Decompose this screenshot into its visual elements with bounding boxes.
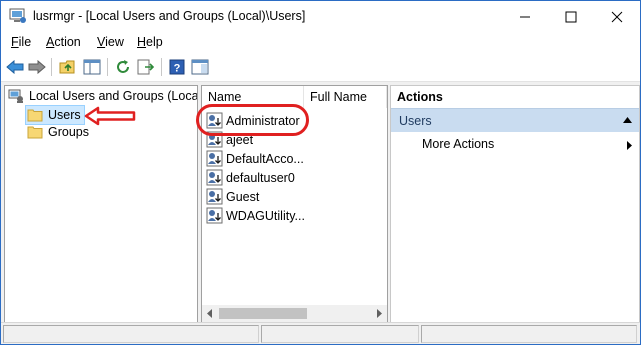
- collapse-up-icon: [623, 117, 632, 123]
- computer-management-icon: [9, 8, 26, 23]
- status-segment: [3, 325, 259, 343]
- scroll-right-icon: [377, 309, 382, 318]
- export-list-icon: [137, 59, 155, 75]
- menu-view[interactable]: View: [97, 35, 124, 49]
- svg-text:?: ?: [174, 63, 181, 75]
- actions-section-users[interactable]: Users: [391, 108, 639, 132]
- tree-root[interactable]: Local Users and Groups (Local): [7, 87, 198, 105]
- back-arrow-icon: [6, 60, 24, 74]
- main-window: lusrmgr - [Local Users and Groups (Local…: [0, 0, 641, 345]
- column-header-full-name[interactable]: Full Name: [304, 86, 387, 108]
- annotation-arrow-icon: [84, 106, 136, 126]
- toolbar-separator: [51, 58, 52, 76]
- list-item-user[interactable]: WDAGUtility...: [206, 206, 305, 225]
- tree-item-users[interactable]: Users: [25, 105, 85, 125]
- menu-file[interactable]: File: [11, 35, 31, 49]
- console-tree[interactable]: Local Users and Groups (Local) Users Gro…: [4, 85, 198, 323]
- more-actions-item[interactable]: More Actions: [422, 137, 494, 151]
- help-button[interactable]: ?: [167, 57, 187, 77]
- maximize-icon: [565, 11, 577, 22]
- user-icon: [206, 150, 223, 167]
- list-item-user[interactable]: defaultuser0: [206, 168, 295, 187]
- tree-root-label: Local Users and Groups (Local): [29, 89, 198, 103]
- folder-icon: [26, 107, 44, 123]
- maximize-button[interactable]: [548, 1, 594, 32]
- folder-icon: [26, 124, 44, 140]
- minimize-button[interactable]: [502, 1, 548, 32]
- toolbar-separator: [161, 58, 162, 76]
- refresh-button[interactable]: [113, 57, 133, 77]
- export-list-button[interactable]: [136, 57, 156, 77]
- tree-item-label: Users: [48, 108, 81, 122]
- status-segment: [261, 325, 419, 343]
- minimize-icon: [520, 16, 530, 17]
- actions-pane: Actions Users More Actions: [390, 85, 640, 323]
- toolbar: ?: [1, 53, 640, 82]
- actions-header: Actions: [397, 90, 443, 104]
- scroll-left-icon: [207, 309, 212, 318]
- horizontal-scrollbar[interactable]: [202, 305, 387, 322]
- menu-action[interactable]: Action: [46, 35, 81, 49]
- window-title: lusrmgr - [Local Users and Groups (Local…: [33, 9, 306, 23]
- list-item-user[interactable]: DefaultAcco...: [206, 149, 304, 168]
- scrollbar-thumb[interactable]: [219, 308, 307, 319]
- show-hide-action-pane-button[interactable]: [190, 57, 210, 77]
- console-tree-icon: [83, 59, 101, 75]
- refresh-icon: [117, 60, 129, 73]
- toolbar-separator: [107, 58, 108, 76]
- forward-button[interactable]: [27, 57, 47, 77]
- user-icon: [206, 207, 223, 224]
- local-users-groups-icon: [7, 88, 25, 104]
- menu-bar: File Action View Help: [1, 32, 640, 53]
- status-bar: [1, 322, 640, 344]
- user-icon: [206, 188, 223, 205]
- annotation-highlight-ring: [196, 104, 309, 136]
- show-hide-console-tree-button[interactable]: [82, 57, 102, 77]
- list-item-user[interactable]: Guest: [206, 187, 259, 206]
- close-button[interactable]: [594, 1, 640, 32]
- help-icon: ?: [169, 59, 185, 75]
- status-segment: [421, 325, 637, 343]
- up-one-level-button[interactable]: [58, 57, 78, 77]
- action-pane-icon: [191, 59, 209, 75]
- folder-up-icon: [59, 60, 75, 74]
- title-bar[interactable]: lusrmgr - [Local Users and Groups (Local…: [1, 1, 640, 32]
- forward-arrow-icon: [28, 60, 46, 74]
- submenu-arrow-icon: [627, 141, 632, 150]
- user-icon: [206, 169, 223, 186]
- close-icon: [611, 11, 623, 22]
- back-button[interactable]: [5, 57, 25, 77]
- tree-item-groups[interactable]: Groups: [26, 123, 89, 141]
- menu-help[interactable]: Help: [137, 35, 163, 49]
- tree-item-label: Groups: [48, 125, 89, 139]
